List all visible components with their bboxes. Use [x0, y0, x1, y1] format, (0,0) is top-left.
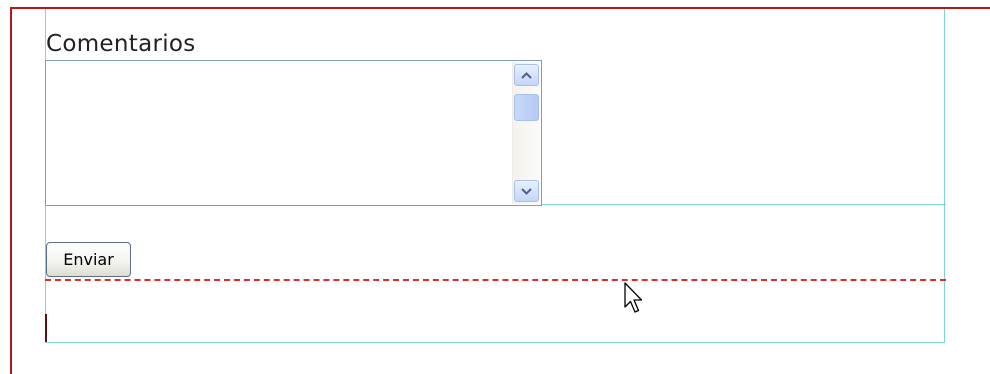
scroll-down-button[interactable] — [514, 180, 539, 202]
text-caret — [45, 314, 47, 342]
submit-button[interactable]: Enviar — [46, 242, 131, 277]
outer-border-left — [10, 7, 12, 374]
mouse-pointer-icon — [624, 282, 643, 313]
dashed-guide-line — [45, 279, 946, 281]
comments-textarea[interactable] — [45, 60, 542, 206]
scrollbar-thumb[interactable] — [514, 94, 539, 121]
comments-label: Comentarios — [46, 31, 196, 57]
textarea-scrollbar[interactable] — [512, 62, 540, 204]
chevron-down-icon — [521, 187, 532, 195]
chevron-up-icon — [521, 71, 532, 79]
scroll-up-button[interactable] — [514, 64, 539, 86]
